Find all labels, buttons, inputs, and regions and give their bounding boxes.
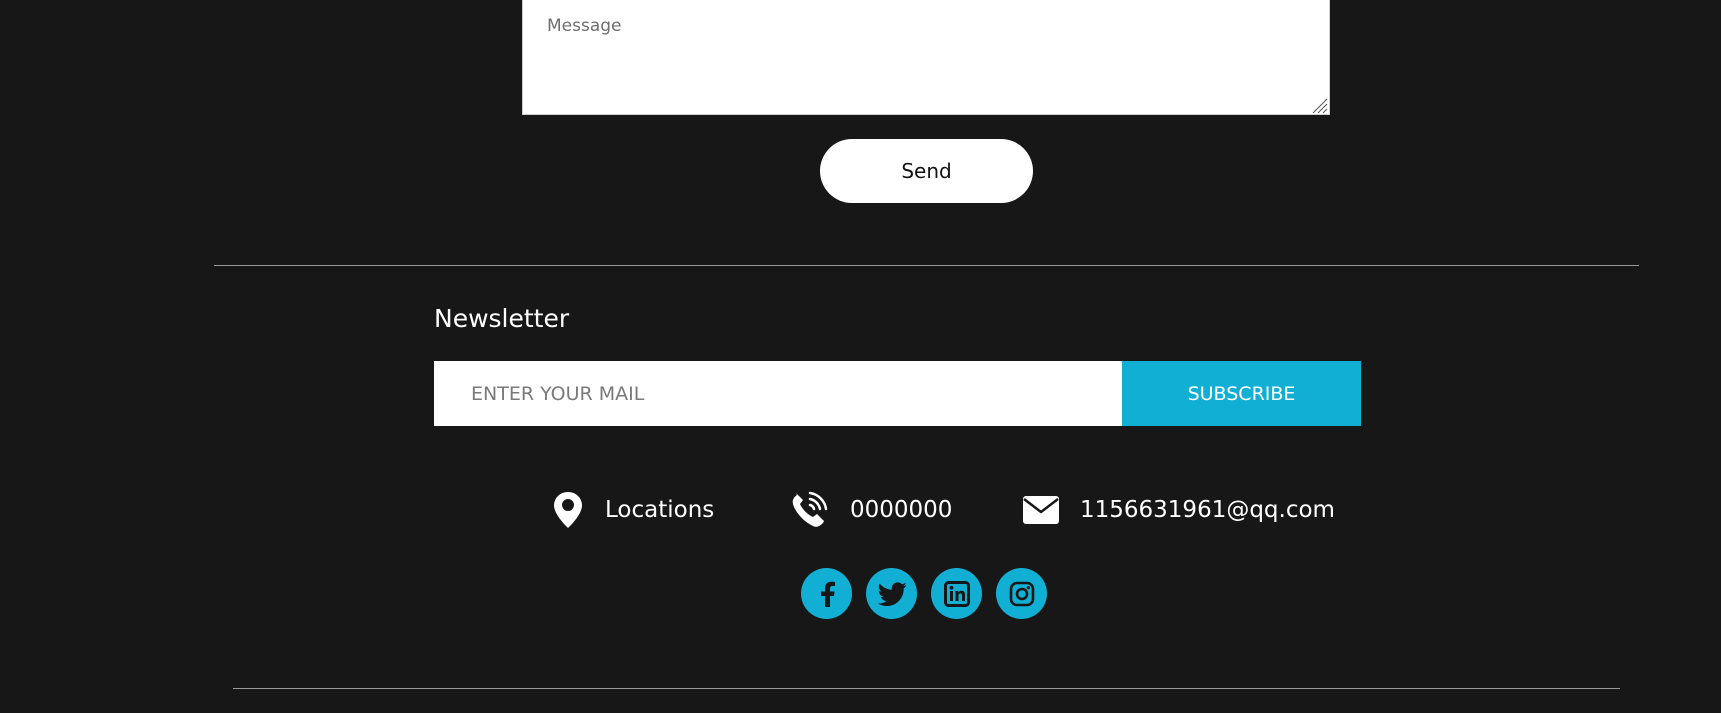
instagram-icon: [1009, 581, 1034, 606]
send-button[interactable]: Send: [820, 139, 1033, 203]
contact-location[interactable]: Locations: [553, 486, 714, 534]
phone-icon: [792, 491, 828, 527]
contact-phone[interactable]: 0000000: [788, 486, 952, 534]
contact-email[interactable]: 1156631961@qq.com: [1022, 486, 1335, 534]
subscribe-button[interactable]: SUBSCRIBE: [1122, 361, 1361, 426]
linkedin-icon: [943, 580, 970, 607]
divider: [233, 688, 1620, 689]
email-label: 1156631961@qq.com: [1080, 497, 1335, 523]
page-footer-section: Send Newsletter SUBSCRIBE Locations 0000…: [0, 0, 1721, 713]
twitter-link[interactable]: [866, 568, 917, 619]
linkedin-link[interactable]: [931, 568, 982, 619]
map-pin-icon: [554, 492, 582, 528]
newsletter-title: Newsletter: [434, 304, 570, 333]
newsletter-email-input[interactable]: [434, 361, 1122, 426]
envelope-icon: [1023, 496, 1059, 524]
divider: [214, 265, 1639, 266]
instagram-link[interactable]: [996, 568, 1047, 619]
facebook-icon: [820, 581, 835, 607]
message-textarea[interactable]: [522, 0, 1330, 115]
resize-grip-icon[interactable]: [1310, 96, 1328, 114]
twitter-icon: [877, 581, 906, 606]
phone-label: 0000000: [850, 497, 953, 523]
facebook-link[interactable]: [801, 568, 852, 619]
location-label: Locations: [605, 497, 715, 523]
